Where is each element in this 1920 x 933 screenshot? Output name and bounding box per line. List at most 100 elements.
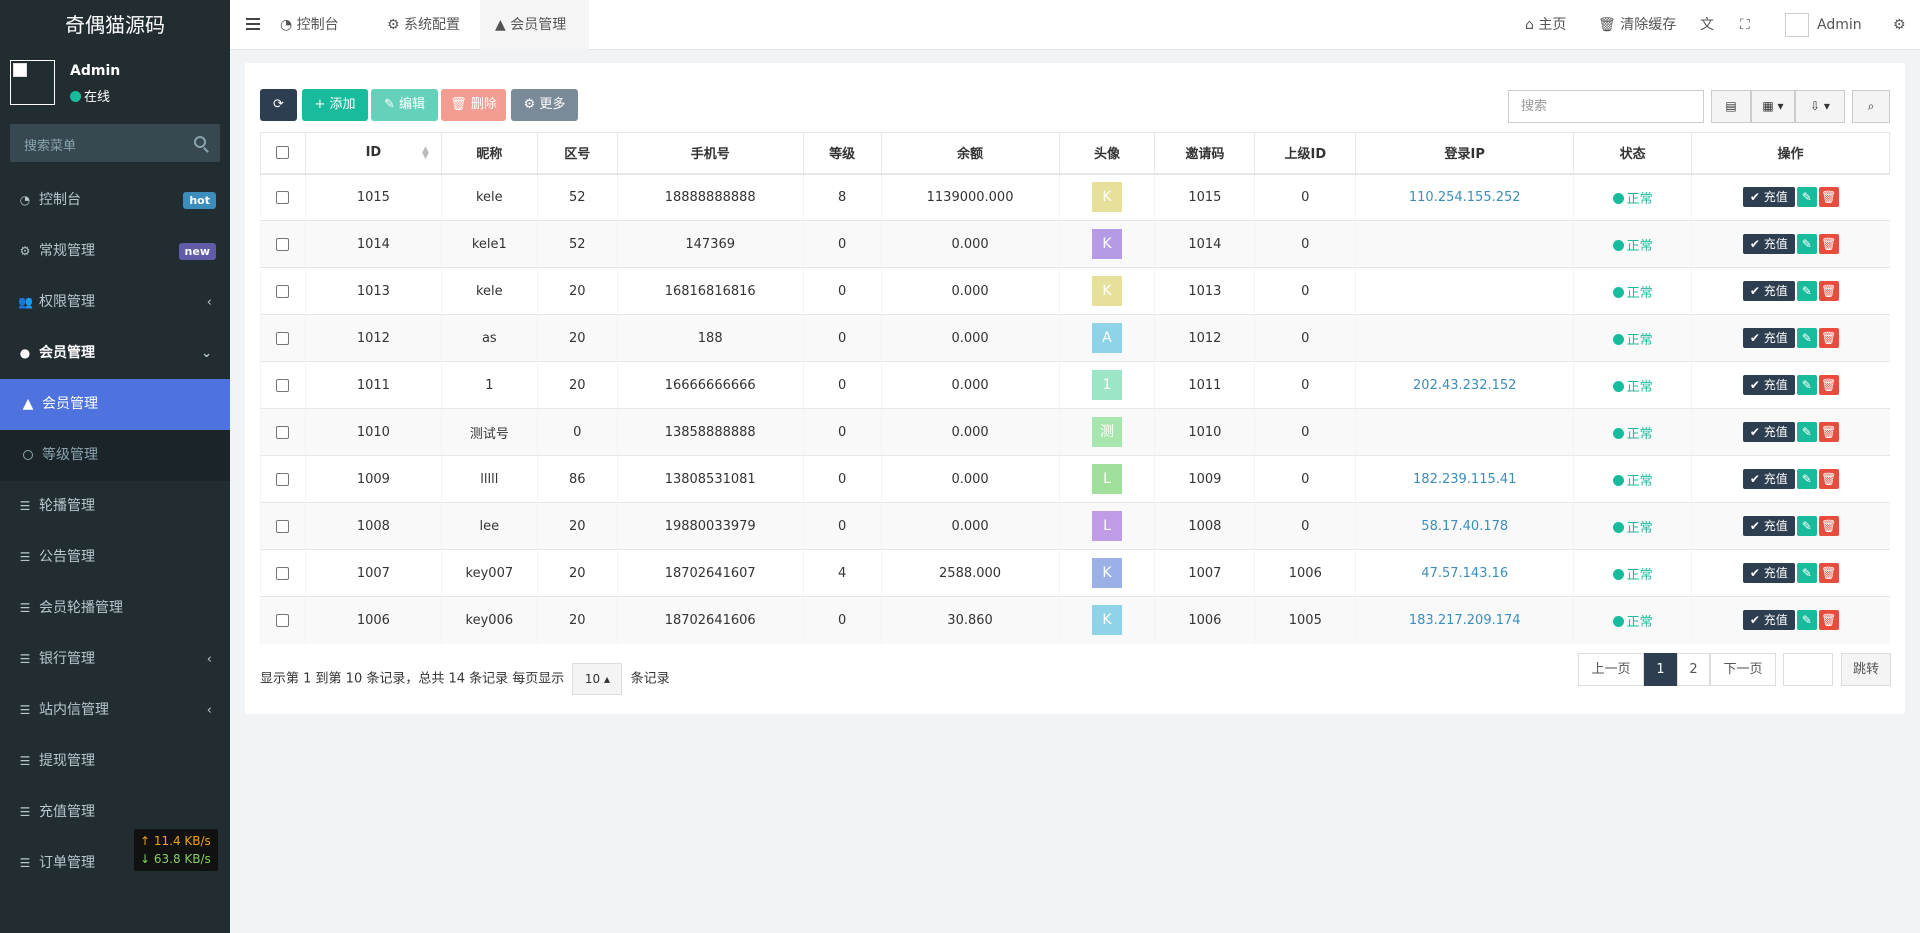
recharge-button[interactable]: ✔ 充值 [1742,422,1795,442]
jump-page-input[interactable] [1783,653,1833,686]
clear-cache-button[interactable]: 🗑 清除缓存 [1598,0,1678,50]
home-link[interactable]: ⌂ 主页 [1525,0,1580,50]
row-checkbox[interactable] [276,378,290,392]
edit-button[interactable]: ✎ 编辑 [371,89,438,121]
avatar[interactable]: A [1091,323,1122,353]
row-edit-button[interactable]: ✎ [1796,234,1817,254]
sidebar-item-carousel[interactable]: ☰ 轮播管理 [0,481,230,532]
recharge-button[interactable]: ✔ 充值 [1742,234,1795,254]
page-size-select[interactable]: 10 ▴ [572,663,623,695]
add-button[interactable]: + 添加 [302,89,368,121]
row-checkbox[interactable] [276,613,290,627]
row-checkbox[interactable] [276,190,290,204]
avatar[interactable]: 测 [1091,417,1122,447]
select-all-checkbox[interactable] [276,146,290,160]
row-checkbox[interactable] [276,425,290,439]
row-delete-button[interactable]: 🗑 [1818,375,1839,395]
sidebar-subitem-member-manage[interactable]: ▲ 会员管理 [0,379,230,430]
row-edit-button[interactable]: ✎ [1796,375,1817,395]
row-edit-button[interactable]: ✎ [1796,422,1817,442]
recharge-button[interactable]: ✔ 充值 [1742,281,1795,301]
row-checkbox[interactable] [276,284,290,298]
refresh-button[interactable]: ⟳ [260,89,297,121]
search-button[interactable]: ⌕ [1852,90,1890,123]
tab-dashboard[interactable]: ◔ 控制台 [280,0,365,50]
next-page-button[interactable]: 下一页 [1710,653,1776,686]
ip-link[interactable]: 183.217.209.174 [1409,613,1521,628]
sidebar-item-members[interactable]: ● 会员管理 ⌄ [0,328,230,379]
row-checkbox[interactable] [276,566,290,580]
app-logo[interactable]: 奇偶猫源码 [0,0,230,50]
avatar[interactable]: K [1091,558,1122,588]
row-checkbox[interactable] [276,519,290,533]
row-select[interactable] [260,596,306,644]
row-checkbox[interactable] [276,237,290,251]
avatar[interactable]: K [1091,182,1122,213]
tab-system-config[interactable]: ⚙ 系统配置 [387,0,487,50]
row-select[interactable] [260,314,306,362]
avatar[interactable]: K [1091,229,1122,259]
search-icon[interactable] [194,136,206,148]
ip-link[interactable]: 202.43.232.152 [1413,378,1516,393]
tab-member-manage[interactable]: ▲ 会员管理 [480,0,589,50]
fullscreen-button[interactable]: ⛶ [1740,0,1760,50]
recharge-button[interactable]: ✔ 充值 [1742,516,1795,536]
more-button[interactable]: ⚙ 更多 [511,89,578,121]
ip-link[interactable]: 58.17.40.178 [1421,519,1508,534]
avatar[interactable]: K [1091,276,1122,306]
avatar[interactable]: K [1091,605,1122,636]
export-button[interactable]: ⇩ ▾ [1795,90,1845,123]
recharge-button[interactable]: ✔ 充值 [1742,469,1795,489]
row-delete-button[interactable]: 🗑 [1818,610,1839,631]
select-all-header[interactable] [260,132,306,175]
sidebar-item-notice[interactable]: ☰ 公告管理 [0,532,230,583]
admin-menu[interactable]: Admin [1785,0,1880,50]
row-select[interactable] [260,173,306,221]
row-select[interactable] [260,408,306,456]
delete-button[interactable]: 🗑 删除 [441,89,506,121]
ip-link[interactable]: 182.239.115.41 [1413,472,1516,487]
columns-button[interactable]: ▦ ▾ [1751,90,1795,123]
menu-search-input[interactable]: 搜索菜单 [10,124,220,162]
toggle-view-button[interactable]: ▤ [1711,90,1751,123]
row-edit-button[interactable]: ✎ [1796,328,1817,348]
row-edit-button[interactable]: ✎ [1796,516,1817,536]
row-edit-button[interactable]: ✎ [1796,563,1817,583]
row-edit-button[interactable]: ✎ [1796,610,1817,631]
prev-page-button[interactable]: 上一页 [1578,653,1644,686]
settings-button[interactable]: ⚙ [1893,0,1913,50]
row-delete-button[interactable]: 🗑 [1818,563,1839,583]
row-delete-button[interactable]: 🗑 [1818,187,1839,208]
recharge-button[interactable]: ✔ 充值 [1742,610,1795,631]
row-checkbox[interactable] [276,472,290,486]
sidebar-subitem-level-manage[interactable]: 等级管理 [0,430,230,481]
table-search-input[interactable]: 搜索 [1508,90,1704,123]
ip-link[interactable]: 47.57.143.16 [1421,566,1508,581]
row-edit-button[interactable]: ✎ [1796,281,1817,301]
recharge-button[interactable]: ✔ 充值 [1742,375,1795,395]
page-2-button[interactable]: 2 [1677,653,1710,686]
jump-button[interactable]: 跳转 [1841,653,1891,686]
language-button[interactable]: 文 [1700,0,1720,50]
recharge-button[interactable]: ✔ 充值 [1742,563,1795,583]
row-select[interactable] [260,361,306,409]
sidebar-item-member-carousel[interactable]: ☰ 会员轮播管理 [0,583,230,634]
avatar[interactable]: L [1091,511,1122,541]
row-delete-button[interactable]: 🗑 [1818,516,1839,536]
sidebar-item-auth[interactable]: 👥 权限管理 ‹ [0,277,230,328]
page-1-button[interactable]: 1 [1644,653,1677,686]
row-delete-button[interactable]: 🗑 [1818,328,1839,348]
row-select[interactable] [260,267,306,315]
sidebar-item-bank[interactable]: ☰ 银行管理 ‹ [0,634,230,685]
sidebar-item-general[interactable]: ⚙ 常规管理 new [0,226,230,277]
avatar[interactable]: 1 [1091,370,1122,400]
avatar[interactable]: L [1091,464,1122,494]
row-edit-button[interactable]: ✎ [1796,187,1817,208]
ip-link[interactable]: 110.254.155.252 [1409,190,1521,205]
row-edit-button[interactable]: ✎ [1796,469,1817,489]
row-select[interactable] [260,549,306,597]
row-select[interactable] [260,502,306,550]
recharge-button[interactable]: ✔ 充值 [1742,328,1795,348]
sidebar-item-messages[interactable]: ☰ 站内信管理 ‹ [0,685,230,736]
recharge-button[interactable]: ✔ 充值 [1742,187,1795,208]
